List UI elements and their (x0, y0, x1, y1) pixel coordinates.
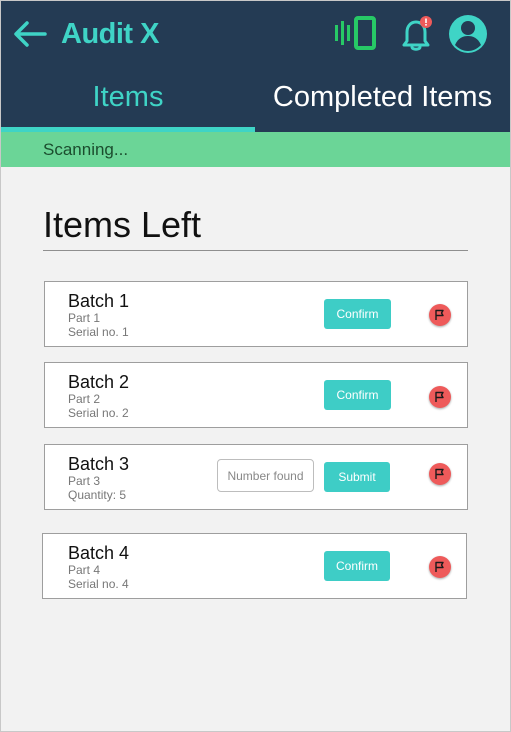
flag-icon (435, 561, 444, 572)
arrow-left-icon[interactable] (11, 15, 49, 53)
item-title: Batch 3 (68, 454, 130, 474)
item-title: Batch 2 (68, 372, 130, 392)
item-serial: Serial no. 1 (68, 325, 129, 339)
scanning-status-bar: Scanning... (1, 132, 510, 167)
number-found-input[interactable]: Number found (217, 459, 314, 492)
app-header: Audit X Items Completed Items (1, 1, 510, 132)
item-part: Part 3 (68, 474, 101, 488)
item-serial: Serial no. 4 (68, 577, 129, 591)
flag-button[interactable] (429, 386, 451, 408)
submit-button[interactable]: Submit (324, 462, 390, 492)
flag-icon (435, 391, 444, 402)
confirm-button[interactable]: Confirm (324, 380, 391, 410)
tab-items[interactable]: Items (1, 77, 255, 117)
status-text: Scanning... (43, 140, 129, 159)
item-part: Part 1 (68, 311, 101, 325)
list-item: Batch 2 Part 2 Serial no. 2 Confirm (44, 362, 468, 428)
confirm-button[interactable]: Confirm (324, 299, 391, 329)
section-divider (43, 250, 468, 251)
item-part: Part 4 (68, 563, 101, 577)
item-title: Batch 4 (68, 543, 130, 563)
flag-button[interactable] (429, 463, 451, 485)
flag-icon (435, 309, 444, 320)
account-circle-icon[interactable] (447, 13, 489, 55)
item-part: Part 2 (68, 392, 101, 406)
flag-icon (435, 468, 444, 479)
section-title: Items Left (43, 204, 202, 245)
list-item: Batch 1 Part 1 Serial no. 1 Confirm (44, 281, 468, 347)
item-title: Batch 1 (68, 291, 130, 311)
list-item: Batch 3 Part 3 Quantity: 5 Number found … (44, 444, 468, 510)
tab-completed-items[interactable]: Completed Items (255, 77, 510, 117)
confirm-button[interactable]: Confirm (324, 551, 390, 581)
app-frame: Audit X Items Completed Items Scanning..… (0, 0, 511, 732)
flag-button[interactable] (429, 556, 451, 578)
item-quantity: Quantity: 5 (68, 488, 127, 502)
bell-icon[interactable] (396, 14, 436, 54)
barcode-scanner-icon[interactable] (334, 16, 378, 50)
item-serial: Serial no. 2 (68, 406, 129, 420)
flag-button[interactable] (429, 304, 451, 326)
app-title: Audit X (61, 18, 160, 50)
list-item: Batch 4 Part 4 Serial no. 4 Confirm (42, 533, 467, 599)
